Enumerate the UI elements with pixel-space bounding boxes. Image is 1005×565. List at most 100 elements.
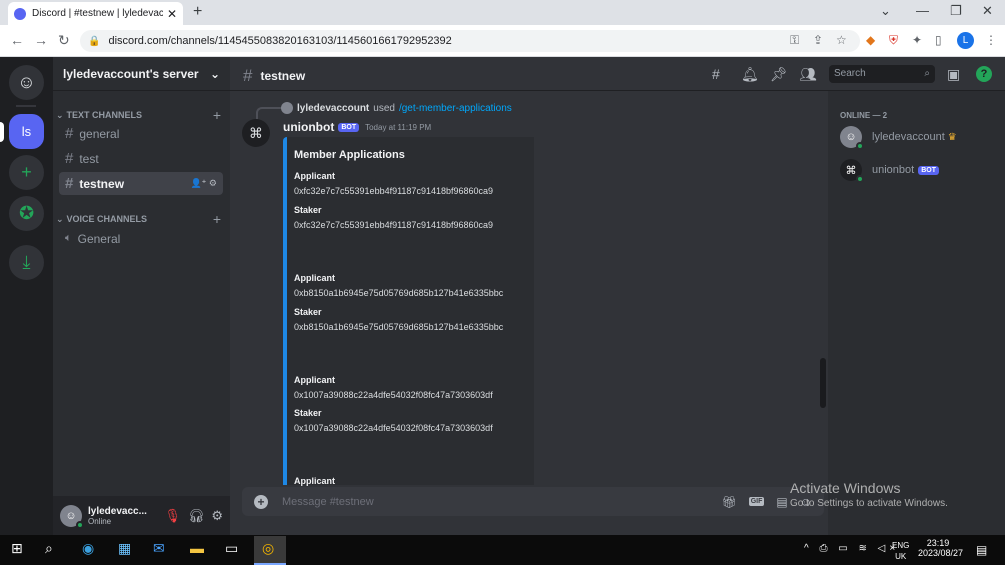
attach-plus-icon[interactable]: + <box>254 494 268 509</box>
embed-field-value: 0xb8150a1b6945e75d05769d685b127b41e6335b… <box>294 322 504 332</box>
pinned-messages-icon[interactable]: 📌︎ <box>770 66 788 83</box>
help-icon[interactable]: ? <box>976 66 992 82</box>
reply-username[interactable]: lyledevaccount <box>297 103 369 114</box>
store-icon[interactable]: ▦ <box>118 540 131 557</box>
inbox-icon[interactable]: ▣ <box>947 66 960 83</box>
close-tab-icon[interactable]: ✕ <box>167 7 177 21</box>
menu-kebab-icon[interactable]: ⋮ <box>985 33 997 47</box>
language-indicator[interactable]: ENG UK <box>892 540 909 562</box>
file-explorer-icon[interactable]: ▬ <box>190 540 204 556</box>
create-channel-icon[interactable]: + <box>213 211 221 227</box>
activate-windows-watermark: Activate Windows Go to Settings to activ… <box>790 480 948 509</box>
explore-compass-icon[interactable]: ✪ <box>9 196 44 231</box>
embed-field-name: Applicant <box>294 476 336 486</box>
gift-icon[interactable]: 🎁︎ <box>721 495 736 509</box>
voice-channel-general[interactable]: 🔈︎ General <box>59 227 223 250</box>
lang-secondary: UK <box>895 552 907 561</box>
browser-tab[interactable]: Discord | #testnew | lyledevaccou ✕ <box>8 2 183 25</box>
invite-and-settings-icon[interactable]: 👤⁺ ⚙ <box>190 178 217 189</box>
chat-scrollbar[interactable] <box>820 358 826 408</box>
channel-label: testnew <box>79 176 125 191</box>
user-status: Online <box>88 517 112 526</box>
search-placeholder: Search <box>834 68 866 79</box>
avatar: ☺ <box>840 126 864 150</box>
text-channel-icon: # <box>243 66 253 85</box>
headphones-icon[interactable]: 🎧︎ <box>188 508 205 524</box>
close-window-icon[interactable]: ✕ <box>982 3 993 19</box>
channel-general[interactable]: # general <box>59 122 223 145</box>
system-tray-icons[interactable]: ^ ⎙ ▭ ≋ ◁× <box>804 543 899 554</box>
shield-extension-icon[interactable]: ⛨ <box>889 33 898 48</box>
forward-icon[interactable]: → <box>34 32 48 48</box>
create-channel-icon[interactable]: + <box>213 107 221 123</box>
clock-time: 23:19 <box>926 538 950 548</box>
user-settings-gear-icon[interactable]: ⚙ <box>211 508 223 524</box>
tab-search-icon[interactable]: ⌄ <box>880 3 891 19</box>
bookmark-star-icon[interactable]: ☆ <box>836 33 847 47</box>
message-input[interactable]: Message #testnew <box>282 496 709 508</box>
chevron-down-icon: ⌄ <box>56 109 64 120</box>
restore-icon[interactable]: ❐ <box>950 3 962 19</box>
key-icon[interactable]: ⚿ <box>790 33 799 48</box>
embed-field-name: Applicant <box>294 375 336 385</box>
share-icon[interactable]: ⇪ <box>813 33 823 47</box>
channel-label: test <box>79 151 99 166</box>
notification-bell-icon[interactable]: 🔔︎ <box>741 66 759 83</box>
chrome-icon[interactable]: ◎ <box>262 540 274 557</box>
mute-mic-icon[interactable]: 🎙︎ <box>164 508 181 524</box>
metamask-icon[interactable]: ◆ <box>866 33 875 47</box>
profile-avatar[interactable]: L <box>957 32 974 49</box>
search-input[interactable]: Search ⌕ <box>829 65 935 83</box>
download-apps-icon[interactable]: ⤓ <box>9 245 44 280</box>
gif-button[interactable]: GIF <box>748 497 765 506</box>
address-bar[interactable]: 🔒 discord.com/channels/11454550838201631… <box>80 30 860 52</box>
lang-primary: ENG <box>892 541 910 550</box>
bot-badge: BOT <box>338 122 360 132</box>
extensions-puzzle-icon[interactable]: ✦ <box>912 33 922 47</box>
server-separator <box>16 105 36 107</box>
search-icon[interactable]: ⌕ <box>45 540 53 557</box>
terminal-icon[interactable]: ▭ <box>225 540 238 557</box>
text-channel-icon: # <box>65 125 74 142</box>
discord-favicon-icon <box>14 7 26 20</box>
minimize-icon[interactable]: — <box>916 3 929 18</box>
category-voice-channels[interactable]: ⌄ VOICE CHANNELS + <box>56 211 221 227</box>
command-reference[interactable]: lyledevaccount used /get-member-applicat… <box>255 102 512 114</box>
server-header[interactable]: lyledevaccount's server ⌄ <box>53 57 230 91</box>
member-list-icon[interactable]: 👥︎ <box>799 66 817 83</box>
embed-field-value: 0xfc32e7c7c55391ebb4f91187c91418bf96860c… <box>294 186 494 196</box>
reply-used-text: used <box>373 102 395 114</box>
avatar[interactable]: ☺ <box>60 505 84 529</box>
category-text-channels[interactable]: ⌄ TEXT CHANNELS + <box>56 107 221 123</box>
channel-testnew[interactable]: # testnew 👤⁺ ⚙ <box>59 172 223 195</box>
server-icon-ls[interactable]: ls <box>9 114 44 149</box>
side-panel-icon[interactable]: ▯ <box>935 33 942 47</box>
reply-command[interactable]: /get-member-applications <box>399 103 512 114</box>
bot-avatar[interactable]: ⌘ <box>242 119 270 147</box>
clock-date: 2023/08/27 <box>918 548 964 558</box>
avatar <box>281 102 293 114</box>
discord-home-icon[interactable]: ☺ <box>9 65 44 100</box>
edge-icon[interactable]: ◉ <box>82 540 94 557</box>
notifications-icon[interactable]: ▤ <box>976 543 987 557</box>
new-tab-icon[interactable]: + <box>193 3 202 21</box>
reload-icon[interactable]: ↻ <box>58 32 70 49</box>
channel-label: general <box>79 126 120 141</box>
embed-field-name: Applicant <box>294 171 336 181</box>
message-author[interactable]: unionbot <box>283 120 334 134</box>
back-icon[interactable]: ← <box>10 32 24 48</box>
add-server-icon[interactable]: + <box>9 155 44 190</box>
windows-start-icon[interactable]: ⊞ <box>11 540 23 557</box>
member-list <box>828 91 1005 535</box>
mail-icon[interactable]: ✉ <box>153 540 165 557</box>
threads-icon[interactable]: # <box>712 66 720 82</box>
sticker-icon[interactable]: ▤ <box>776 495 787 509</box>
channel-label: General <box>77 231 121 246</box>
channel-test[interactable]: # test <box>59 147 223 170</box>
online-status-dot <box>76 521 84 529</box>
taskbar-clock[interactable]: 23:19 2023/08/27 <box>918 538 964 558</box>
message-composer[interactable]: + Message #testnew 🎁︎ GIF ▤ ☺ <box>242 487 824 516</box>
member-item[interactable]: ☺ lyledevaccount ♛ <box>840 126 957 150</box>
owner-crown-icon: ♛ <box>947 131 957 143</box>
member-item[interactable]: ⌘ unionbot BOT <box>840 159 939 183</box>
